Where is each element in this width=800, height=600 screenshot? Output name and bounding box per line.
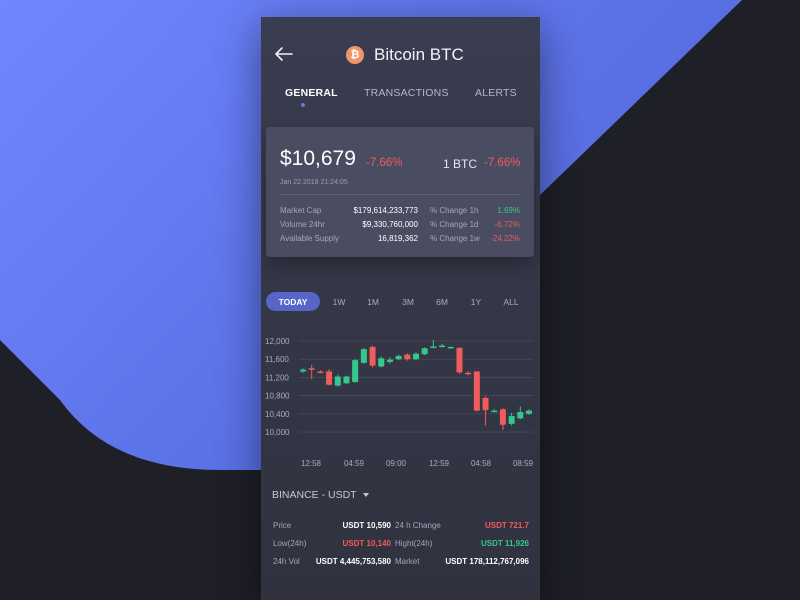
market-value: USDT 10,140 xyxy=(342,539,391,548)
stat-label: % Change 1w xyxy=(430,234,480,243)
y-tick-label: 12,000 xyxy=(265,337,290,346)
market-label: 24 h Change xyxy=(395,521,441,530)
candle-body xyxy=(473,371,480,411)
y-tick-label: 11,200 xyxy=(265,373,289,382)
candle-body xyxy=(395,356,402,360)
candle-body xyxy=(430,346,437,348)
candle-body xyxy=(517,411,524,419)
y-tick-label: 10,800 xyxy=(265,392,290,401)
unit-change: -7.66% xyxy=(484,157,521,169)
market-row: 24h Vol USDT 4,445,753,580 Market USDT 1… xyxy=(273,557,529,569)
stat-change-value: -24.22% xyxy=(490,234,520,243)
stat-label: Market Cap xyxy=(280,206,322,215)
price-summary-card: $10,679 -7.66% 1 BTC -7.66% Jan 22.2018 … xyxy=(266,127,534,257)
exchange-selector[interactable]: BINANCE - USDT xyxy=(272,489,369,501)
active-tab-indicator xyxy=(301,103,305,107)
y-tick-label: 10,000 xyxy=(265,428,290,437)
x-tick-label: 08:59 xyxy=(513,459,534,468)
market-label: 24h Vol xyxy=(273,557,300,566)
candle-body xyxy=(413,353,419,360)
range-1w[interactable]: 1W xyxy=(328,292,350,311)
candle-body xyxy=(404,354,411,360)
stat-row: Volume 24hr $9,330,760,000 % Change 1d -… xyxy=(280,220,520,232)
bitcoin-icon: ₿ xyxy=(346,46,364,64)
candle-body xyxy=(308,368,315,370)
chevron-down-icon xyxy=(362,493,369,498)
divider xyxy=(280,194,520,195)
candle-body xyxy=(421,348,428,355)
candle-body xyxy=(491,410,498,413)
candle-body xyxy=(360,349,367,363)
range-3m[interactable]: 3M xyxy=(397,292,419,311)
candle-body xyxy=(326,371,333,385)
candle-body xyxy=(334,376,341,386)
market-label: Market xyxy=(395,557,420,566)
phone-screen: ₿ Bitcoin BTC GENERAL TRANSACTIONS ALERT… xyxy=(261,17,540,600)
stat-change-value: -6.72% xyxy=(494,220,520,229)
range-1m[interactable]: 1M xyxy=(362,292,384,311)
stat-row: Market Cap $179,614,233,773 % Change 1h … xyxy=(280,206,520,218)
candle-body xyxy=(526,410,532,414)
candle-body xyxy=(482,397,489,411)
exchange-label: BINANCE - USDT xyxy=(272,489,357,501)
x-tick-label: 12:58 xyxy=(301,459,322,468)
market-value: USDT 11,926 xyxy=(480,539,529,548)
tab-bar: GENERAL TRANSACTIONS ALERTS xyxy=(261,87,540,111)
candle-body xyxy=(465,372,472,375)
time-range-selector: TODAY 1W 1M 3M 6M 1Y ALL xyxy=(266,292,536,312)
market-value: USDT 178,112,767,096 xyxy=(445,557,529,566)
stat-label: Available Supply xyxy=(280,234,340,243)
x-tick-label: 12:59 xyxy=(429,459,450,468)
tab-alerts[interactable]: ALERTS xyxy=(475,87,517,99)
market-row: Low(24h) USDT 10,140 Hight(24h) USDT 11,… xyxy=(273,539,529,551)
stat-change-value: 1.69% xyxy=(497,206,520,215)
market-value: USDT 10,590 xyxy=(342,521,391,530)
y-tick-label: 10,400 xyxy=(265,410,290,419)
market-label: Hight(24h) xyxy=(395,539,433,548)
price-timestamp: Jan 22.2018 21:24:05 xyxy=(280,179,348,186)
candle-body xyxy=(300,369,306,372)
market-row: Price USDT 10,590 24 h Change USDT 721.7 xyxy=(273,521,529,533)
candle-body xyxy=(499,409,506,425)
candle-body xyxy=(378,358,385,367)
y-tick-label: 11,600 xyxy=(265,355,289,364)
arrow-left-icon[interactable] xyxy=(275,47,293,61)
x-tick-label: 04:59 xyxy=(344,459,365,468)
tab-general[interactable]: GENERAL xyxy=(285,87,338,99)
range-6m[interactable]: 6M xyxy=(431,292,453,311)
candle-body xyxy=(508,416,515,424)
candle-body xyxy=(439,345,446,348)
stat-value: $9,330,760,000 xyxy=(362,220,418,229)
unit-label: 1 BTC xyxy=(443,157,478,171)
market-label: Price xyxy=(273,521,292,530)
candle-body xyxy=(352,360,359,382)
x-tick-label: 04:58 xyxy=(471,459,492,468)
market-label: Low(24h) xyxy=(273,539,307,548)
candle-body xyxy=(386,359,393,362)
range-today[interactable]: TODAY xyxy=(266,292,320,311)
market-value: USDT 4,445,753,580 xyxy=(315,557,391,566)
candle-body xyxy=(369,346,376,366)
range-all[interactable]: ALL xyxy=(499,292,523,311)
stat-label: Volume 24hr xyxy=(280,220,325,229)
app-header: ₿ Bitcoin BTC xyxy=(261,17,540,77)
range-1y[interactable]: 1Y xyxy=(465,292,487,311)
candle-body xyxy=(456,347,463,373)
market-value: USDT 721.7 xyxy=(484,521,529,530)
stat-value: 16,819,362 xyxy=(377,234,418,243)
tab-transactions[interactable]: TRANSACTIONS xyxy=(364,87,449,99)
candle-body xyxy=(317,371,324,373)
price-change: -7.66% xyxy=(366,157,403,169)
current-price: $10,679 xyxy=(280,147,356,170)
page-title: Bitcoin BTC xyxy=(374,45,464,64)
stat-value: $179,614,233,773 xyxy=(353,206,418,215)
stat-row: Available Supply 16,819,362 % Change 1w … xyxy=(280,234,520,246)
x-tick-label: 09:00 xyxy=(386,459,407,468)
candle-body xyxy=(343,376,350,384)
stat-label: % Change 1h xyxy=(430,206,479,215)
candlestick-chart: 12,000 11,600 11,200 10,800 10,400 10,000 12:5… xyxy=(265,337,534,468)
stat-label: % Change 1d xyxy=(430,220,479,229)
candle-body xyxy=(447,346,454,349)
